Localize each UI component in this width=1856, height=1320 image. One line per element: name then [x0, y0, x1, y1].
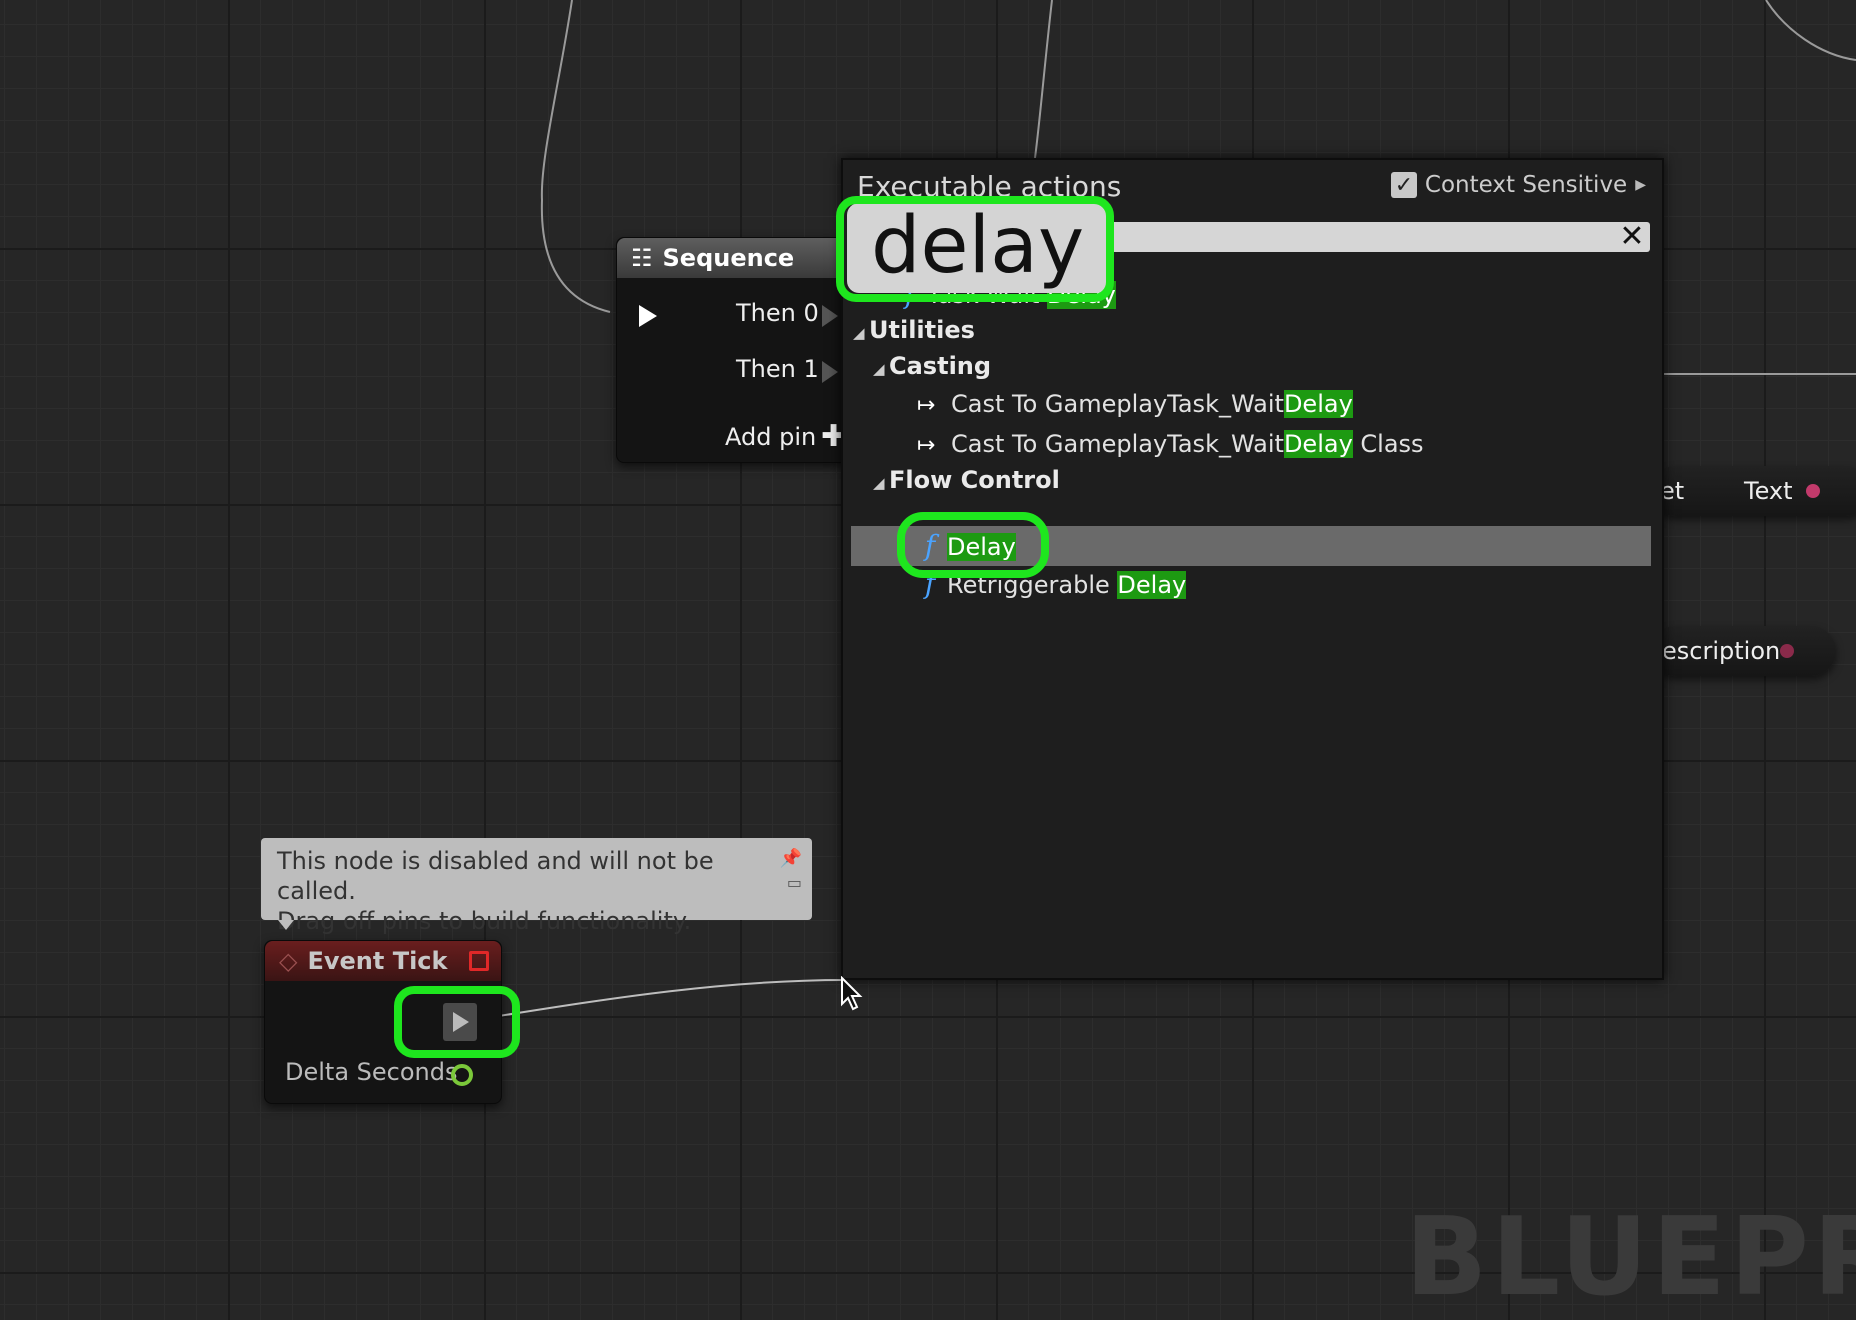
exec-pin-highlight-callout [394, 986, 520, 1058]
description-pin[interactable] [1780, 644, 1794, 658]
then1-label: Then 1 [736, 355, 819, 383]
check-icon[interactable]: ✓ [1390, 172, 1417, 198]
wire [479, 979, 846, 1020]
then1-pin[interactable] [822, 361, 838, 383]
delay-highlight-callout [897, 512, 1049, 578]
then0-label: Then 0 [736, 299, 819, 327]
sequence-icon: ☷ [631, 244, 653, 272]
expand-triangle-icon[interactable]: ◢ [873, 465, 889, 501]
exec-in-pin[interactable] [639, 305, 657, 327]
description-node[interactable]: escription [1650, 626, 1836, 676]
stop-icon[interactable] [469, 951, 489, 971]
expand-triangle-icon[interactable]: ◢ [853, 315, 869, 351]
sequence-title: Sequence [662, 244, 795, 272]
comment-pointer [278, 920, 294, 930]
delta-seconds-label: Delta Seconds [285, 1058, 458, 1086]
cast-icon: ↦ [917, 393, 936, 418]
expand-triangle-icon[interactable]: ◢ [873, 351, 889, 387]
arrow-right-icon[interactable]: ▶ [1635, 177, 1646, 193]
wire [1765, 0, 1856, 61]
text-pin[interactable] [1806, 484, 1820, 498]
comment-line2: Drag off pins to build functionality. [277, 907, 692, 935]
list-item[interactable]: ↦ Cast To GameplayTask_WaitDelay Class [843, 426, 1662, 462]
wire [540, 0, 611, 313]
search-highlight-callout [836, 196, 1114, 302]
disabled-node-comment: This node is disabled and will not be ca… [261, 838, 812, 935]
mouse-cursor-icon [841, 976, 863, 1011]
close-icon[interactable]: ✕ [1618, 222, 1646, 252]
comment-icon[interactable]: ▭ [787, 868, 802, 898]
event-tick-header[interactable]: ◇ Event Tick [265, 941, 501, 981]
context-sensitive-toggle[interactable]: ✓ Context Sensitive ▶ [1390, 172, 1646, 198]
comment-line1: This node is disabled and will not be ca… [277, 847, 714, 905]
cast-icon: ↦ [917, 433, 936, 458]
context-sensitive-label: Context Sensitive [1424, 172, 1628, 198]
description-node-label: escription [1662, 637, 1781, 665]
category-utilities[interactable]: ◢ Utilities [843, 312, 1662, 351]
sequence-node[interactable]: ☷ Sequence Then 0 Then 1 Add pin ✚ [616, 237, 850, 463]
delta-seconds-pin[interactable] [451, 1064, 473, 1086]
event-tick-title: Event Tick [307, 947, 448, 975]
text-node-label: Text [1744, 477, 1793, 505]
event-diamond-icon: ◇ [279, 947, 298, 975]
category-flow-control[interactable]: ◢ Flow Control [843, 462, 1662, 501]
then0-pin[interactable] [822, 305, 838, 327]
add-pin-button[interactable]: Add pin [725, 423, 816, 451]
wire [1034, 0, 1053, 159]
sequence-node-header[interactable]: ☷ Sequence [617, 238, 849, 278]
blueprint-watermark: BLUEPRI [1405, 1195, 1856, 1320]
category-casting[interactable]: ◢ Casting [843, 348, 1662, 387]
text-node[interactable]: et Text [1650, 466, 1856, 516]
list-item[interactable]: ↦ Cast To GameplayTask_WaitDelay [843, 386, 1662, 422]
